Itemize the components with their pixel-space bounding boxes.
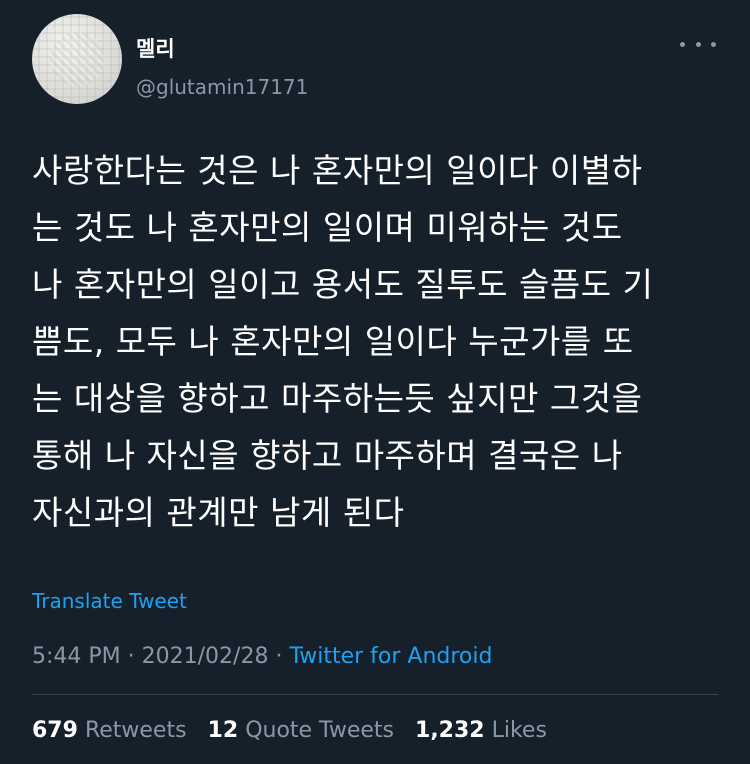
meta-separator: ·	[268, 644, 290, 669]
quote-tweets-label: Quote Tweets	[245, 718, 395, 743]
tweet-source-link[interactable]: Twitter for Android	[289, 644, 492, 669]
likes-label: Likes	[491, 718, 547, 743]
tweet-stats: 679 Retweets 12 Quote Tweets 1,232 Likes	[32, 717, 561, 745]
retweets-label: Retweets	[84, 718, 187, 743]
likes-count: 1,232	[415, 718, 485, 743]
tweet-time[interactable]: 5:44 PM	[32, 644, 121, 669]
tweet-header: 멜리 @glutamin17171	[32, 14, 726, 104]
retweets-stat[interactable]: 679 Retweets	[32, 717, 187, 745]
more-dot	[680, 41, 685, 47]
author-display-name[interactable]: 멜리	[136, 36, 175, 62]
quote-tweets-count: 12	[207, 718, 239, 743]
retweets-count: 679	[32, 718, 78, 743]
tweet-meta: 5:44 PM · 2021/02/28 · Twitter for Andro…	[32, 643, 492, 671]
more-dot	[695, 41, 701, 47]
divider	[32, 694, 718, 695]
likes-stat[interactable]: 1,232 Likes	[415, 717, 547, 745]
quote-tweets-stat[interactable]: 12 Quote Tweets	[208, 717, 394, 745]
more-options-icon[interactable]	[680, 34, 716, 54]
tweet-date[interactable]: 2021/02/28	[142, 644, 269, 669]
author-handle[interactable]: @glutamin17171	[136, 74, 308, 100]
avatar[interactable]	[32, 14, 122, 104]
translate-tweet-link[interactable]: Translate Tweet	[32, 588, 187, 614]
more-dot	[711, 41, 716, 47]
tweet-text: 사랑한다는 것은 나 혼자만의 일이다 이별하 는 것도 나 혼자만의 일이며 …	[32, 151, 654, 532]
meta-separator: ·	[120, 644, 142, 669]
